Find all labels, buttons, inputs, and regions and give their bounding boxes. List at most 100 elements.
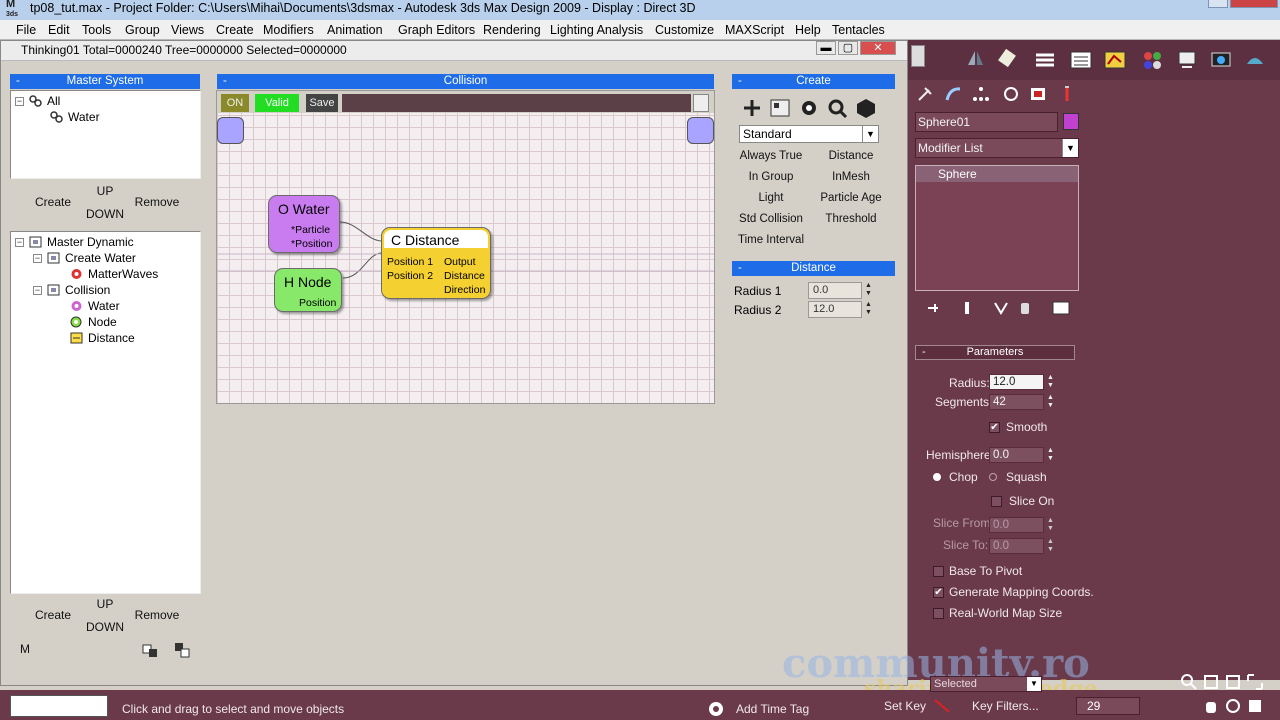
copy-dynamic-icon[interactable] (141, 641, 159, 659)
radius1-input[interactable]: 0.0 (808, 282, 862, 299)
collapse-toggle-icon[interactable]: − (15, 96, 24, 106)
mirror-icon[interactable] (963, 46, 987, 70)
menu-graph-editors[interactable]: Graph Editors (398, 23, 475, 37)
tree-item-distance[interactable]: Distance (69, 331, 135, 345)
time-interval-button[interactable]: Time Interval (732, 231, 810, 249)
pan-hand-icon[interactable] (1202, 697, 1220, 715)
create-header[interactable]: - Create (732, 74, 895, 89)
menu-tentacles[interactable]: Tentacles (832, 23, 885, 37)
radius-input[interactable]: 12.0 (989, 374, 1044, 390)
chevron-down-icon[interactable]: ▼ (1062, 139, 1078, 157)
key-filters-button[interactable]: Key Filters... (972, 699, 1039, 713)
hnode-node[interactable]: H Node Position (274, 268, 342, 312)
master-dynamic-up-button[interactable]: UP (87, 594, 123, 616)
collapse-toggle-icon[interactable]: − (15, 237, 24, 247)
current-frame-field[interactable]: 29 (1076, 697, 1140, 715)
base-to-pivot-checkbox[interactable] (933, 566, 944, 577)
tree-item-master-dynamic[interactable]: − Master Dynamic (15, 235, 134, 249)
node-graph-canvas[interactable]: ON Valid Save O Water *Particle *Positio… (216, 90, 715, 404)
master-system-remove-button[interactable]: Remove (133, 192, 181, 214)
schematic-view-icon[interactable] (1069, 48, 1093, 72)
cube-object-icon[interactable] (855, 97, 877, 119)
tree-item-all[interactable]: − All (15, 94, 60, 108)
make-unique-icon[interactable] (989, 296, 1013, 320)
slice-on-checkbox[interactable] (991, 496, 1002, 507)
maximize-viewport-icon[interactable] (1246, 697, 1264, 715)
quick-render-icon[interactable] (1243, 48, 1267, 72)
radius-spinner-arrows[interactable]: ▲ ▼ (1046, 374, 1055, 391)
collapse-toggle-icon[interactable]: − (33, 253, 42, 263)
real-world-checkbox[interactable] (933, 608, 944, 619)
slice-from-input[interactable]: 0.0 (989, 517, 1044, 533)
distance-button[interactable]: Distance (812, 147, 890, 165)
chevron-down-icon[interactable]: ▼ (862, 126, 878, 142)
in-group-button[interactable]: In Group (732, 168, 810, 186)
distance-panel-header[interactable]: - Distance (732, 261, 895, 276)
threshold-button[interactable]: Threshold (812, 210, 890, 228)
distance-position2-input[interactable]: Position 2 (387, 270, 433, 282)
collapse-toggle-icon[interactable]: − (33, 285, 42, 295)
particle-age-button[interactable]: Particle Age (812, 189, 890, 207)
chevron-down-icon[interactable]: ▼ (1027, 677, 1041, 691)
menu-file[interactable]: File (16, 23, 36, 37)
set-key-button[interactable]: Set Key (884, 699, 926, 713)
master-system-up-button[interactable]: UP (87, 181, 123, 203)
key-selection-dropdown[interactable]: Selected ▼ (930, 676, 1042, 692)
pin-stack-icon[interactable] (921, 296, 945, 320)
master-dynamic-remove-button[interactable]: Remove (133, 605, 181, 627)
parameters-rollout-header[interactable]: - Parameters (915, 345, 1075, 360)
std-collision-button[interactable]: Std Collision (732, 210, 810, 228)
tree-item-water[interactable]: Water (69, 299, 120, 313)
inmesh-button[interactable]: InMesh (812, 168, 890, 186)
slice-from-spinner-arrows[interactable]: ▲ ▼ (1046, 517, 1055, 534)
orbit-icon[interactable] (1224, 697, 1242, 715)
display-tab-icon[interactable] (1026, 82, 1050, 106)
master-dynamic-down-button[interactable]: DOWN (85, 617, 125, 639)
modify-tab-icon[interactable] (941, 82, 965, 106)
squash-radio[interactable] (989, 473, 997, 481)
water-position-output[interactable]: *Position (291, 238, 332, 250)
settings-gear-icon[interactable] (798, 97, 820, 119)
motion-tab-icon[interactable] (999, 82, 1023, 106)
menu-maxscript[interactable]: MAXScript (725, 23, 784, 37)
object-name-field[interactable]: Sphere01 (915, 112, 1058, 132)
hemisphere-input[interactable]: 0.0 (989, 447, 1044, 463)
chop-radio[interactable] (933, 473, 941, 481)
layer-manager-icon[interactable] (1033, 48, 1057, 72)
master-system-create-button[interactable]: Create (31, 192, 75, 214)
water-particle-output[interactable]: *Particle (291, 224, 330, 236)
create-tab-icon[interactable] (913, 82, 937, 106)
segments-input[interactable]: 42 (989, 394, 1044, 410)
toolbar-dropdown-icon[interactable] (911, 45, 925, 67)
segments-spinner-arrows[interactable]: ▲ ▼ (1046, 394, 1055, 411)
m-button[interactable]: M (13, 639, 37, 661)
align-icon[interactable] (995, 46, 1019, 70)
show-end-result-icon[interactable] (955, 296, 979, 320)
configure-sets-icon[interactable] (1049, 296, 1073, 320)
menu-create[interactable]: Create (216, 23, 254, 37)
tree-item-create-water[interactable]: − Create Water (33, 251, 136, 265)
zoom-all-icon[interactable] (1202, 673, 1220, 691)
remove-modifier-icon[interactable] (1013, 296, 1037, 320)
menu-help[interactable]: Help (795, 23, 821, 37)
thinking-minimize-button[interactable]: ▬ (816, 41, 836, 55)
menu-animation[interactable]: Animation (327, 23, 383, 37)
menu-customize[interactable]: Customize (655, 23, 714, 37)
thinking-close-button[interactable]: ✕ (860, 41, 896, 55)
window-minimize-button[interactable] (1208, 0, 1228, 8)
master-dynamic-create-button[interactable]: Create (31, 605, 75, 627)
curve-editor-icon[interactable] (1103, 48, 1127, 72)
distance-position1-input[interactable]: Position 1 (387, 256, 433, 268)
water-node[interactable]: O Water *Particle *Position (268, 195, 340, 253)
distance-distance-output[interactable]: Distance (444, 270, 485, 282)
thinking-maximize-button[interactable]: ▢ (838, 41, 858, 55)
object-color-swatch[interactable] (1063, 113, 1079, 130)
tree-item-node[interactable]: Node (69, 315, 117, 329)
radius2-input[interactable]: 12.0 (808, 301, 862, 318)
slice-to-input[interactable]: 0.0 (989, 538, 1044, 554)
smooth-checkbox[interactable]: ✔ (989, 422, 1000, 433)
maxscript-listener-field[interactable] (10, 695, 108, 717)
add-operator-icon[interactable] (741, 97, 763, 119)
menu-group[interactable]: Group (125, 23, 160, 37)
menu-tools[interactable]: Tools (82, 23, 111, 37)
